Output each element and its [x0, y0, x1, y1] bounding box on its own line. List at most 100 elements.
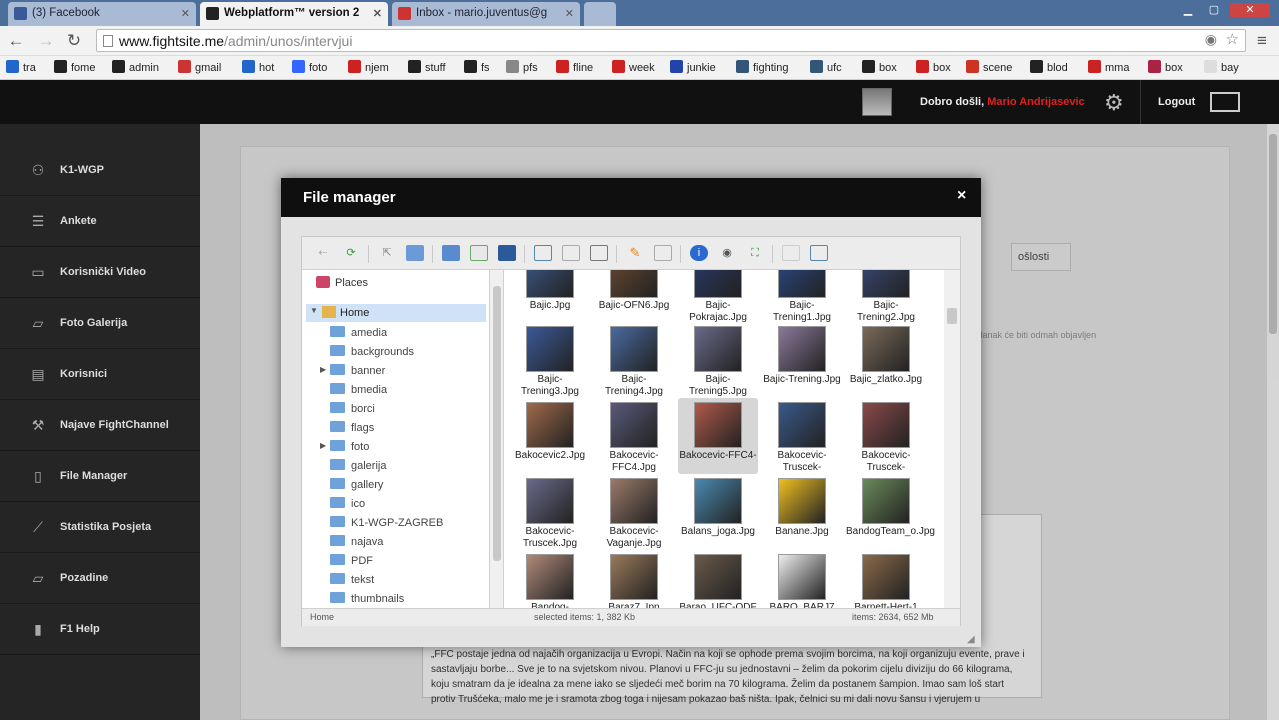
gear-icon[interactable]: ⚙ — [1104, 90, 1124, 116]
sidebar-item-korisnici[interactable]: ▤ Korisnici — [0, 350, 200, 400]
tab-gmail[interactable]: Inbox - mario.juventus@g ✕ — [392, 2, 580, 26]
file-item[interactable]: Bakocevic-Truscek- — [846, 398, 926, 474]
sidebar-item-file-manager[interactable]: ▯ File Manager — [0, 452, 200, 502]
close-tab-icon[interactable]: ✕ — [565, 7, 574, 20]
maximize-icon[interactable]: ▢ — [1202, 3, 1226, 17]
bookmark-item[interactable]: box — [1148, 60, 1183, 74]
new-folder-icon[interactable] — [442, 245, 460, 261]
bookmark-item[interactable]: foto — [292, 60, 327, 74]
bookmark-item[interactable]: fline — [556, 60, 593, 74]
reload-icon[interactable]: ⟳ — [342, 245, 360, 261]
file-item[interactable]: Bajic-Trening.Jpg — [762, 322, 842, 398]
bookmark-item[interactable]: fighting — [736, 60, 788, 74]
fullscreen-icon[interactable]: ⛶ — [746, 245, 764, 261]
rename-icon[interactable]: ✎ — [626, 245, 644, 261]
preview-icon[interactable]: ◉ — [718, 245, 736, 261]
file-item[interactable]: Bakocevic-Vaganje.Jpg — [594, 474, 674, 550]
file-item[interactable]: Bakocevic-Truscek.Jpg — [510, 474, 590, 550]
close-tab-icon[interactable]: ✕ — [373, 7, 382, 20]
sidebar-item-statistika-posjeta[interactable]: ⟋ Statistika Posjeta — [0, 503, 200, 553]
tree-folder[interactable]: ▶ banner — [320, 364, 385, 382]
new-tab-button[interactable] — [584, 2, 616, 26]
bookmark-item[interactable]: pfs — [506, 60, 538, 74]
logout-link[interactable]: Logout — [1158, 96, 1195, 108]
file-item[interactable]: Bakocevic2.Jpg — [510, 398, 590, 474]
logout-icon[interactable] — [1210, 92, 1240, 112]
places-header[interactable]: Places — [316, 276, 368, 289]
sidebar-item-korisni-ki-video[interactable]: ▭ Korisnički Video — [0, 248, 200, 298]
reload-icon[interactable]: ↻ — [64, 31, 84, 51]
back-icon[interactable]: ← — [6, 31, 26, 51]
sidebar-item-najave-fightchannel[interactable]: ⚒ Najave FightChannel — [0, 401, 200, 451]
bookmark-item[interactable]: gmail — [178, 60, 221, 74]
icons-view-icon[interactable] — [782, 245, 800, 261]
menu-icon[interactable]: ≡ — [1252, 31, 1272, 51]
file-item[interactable]: Bajic-Trening1.Jpg — [762, 270, 842, 324]
scroll-thumb[interactable] — [493, 286, 501, 561]
files-scrollbar[interactable] — [944, 270, 960, 608]
bookmark-item[interactable]: box — [862, 60, 897, 74]
bookmark-item[interactable]: junkie — [670, 60, 716, 74]
edit-icon[interactable] — [654, 245, 672, 261]
file-item[interactable]: Bajic-Pokrajac.Jpg — [678, 270, 758, 324]
sidebar-item-foto-galerija[interactable]: ▱ Foto Galerija — [0, 299, 200, 349]
close-window-icon[interactable]: ✕ — [1230, 3, 1270, 17]
tree-folder[interactable]: thumbnails — [330, 592, 404, 608]
sidebar-item-ankete[interactable]: ☰ Ankete — [0, 197, 200, 247]
expand-arrow-icon[interactable]: ▶ — [320, 365, 326, 374]
file-item[interactable]: Bajic-Trening2.Jpg — [846, 270, 926, 324]
file-item[interactable]: Bajic-Trening4.Jpg — [594, 322, 674, 398]
tree-folder[interactable]: K1-WGP-ZAGREB — [330, 516, 443, 534]
file-item[interactable]: Bakocevic-Truscek- — [762, 398, 842, 474]
file-item[interactable]: Bakocevic-FFC4- — [678, 398, 758, 474]
file-item[interactable]: Barao_UFC-ODF — [678, 550, 758, 608]
new-file-icon[interactable] — [470, 245, 488, 261]
tree-folder[interactable]: ico — [330, 497, 365, 515]
file-item[interactable]: Barnett-Hert-1 — [846, 550, 926, 608]
tree-folder[interactable]: najava — [330, 535, 383, 553]
sidebar-item-f1-help[interactable]: ▮ F1 Help — [0, 605, 200, 655]
info-icon[interactable]: i — [690, 245, 708, 261]
paste-icon[interactable] — [590, 245, 608, 261]
tree-folder[interactable]: gallery — [330, 478, 383, 496]
avatar[interactable] — [862, 88, 892, 116]
bookmark-item[interactable]: blod — [1030, 60, 1068, 74]
username[interactable]: Mario Andrijasevic — [987, 96, 1084, 108]
bookmark-item[interactable]: hot — [242, 60, 274, 74]
tree-folder[interactable]: ▶ foto — [320, 440, 369, 458]
tab-webplatform[interactable]: Webplatform™ version 2 ✕ — [200, 2, 388, 26]
file-item[interactable]: Banane.Jpg — [762, 474, 842, 550]
file-item[interactable]: Bajic_zlatko.Jpg — [846, 322, 926, 398]
bookmark-item[interactable]: fome — [54, 60, 95, 74]
expand-arrow-icon[interactable]: ▶ — [320, 441, 326, 450]
sidebar-item-pozadine[interactable]: ▱ Pozadine — [0, 554, 200, 604]
minimize-icon[interactable]: ▁ — [1176, 3, 1200, 17]
close-tab-icon[interactable]: ✕ — [181, 7, 190, 20]
tree-home[interactable]: ▼ Home — [306, 304, 486, 322]
tree-folder[interactable]: tekst — [330, 573, 374, 591]
upload-icon[interactable] — [498, 245, 516, 261]
tree-folder[interactable]: PDF — [330, 554, 373, 572]
forward-icon[interactable]: → — [36, 31, 56, 51]
bookmark-item[interactable]: njem — [348, 60, 389, 74]
tree-scrollbar[interactable] — [490, 270, 504, 608]
back-icon[interactable]: ⇠ — [314, 245, 332, 261]
close-icon[interactable]: × — [957, 187, 966, 205]
file-item[interactable]: Bajic-Trening3.Jpg — [510, 322, 590, 398]
file-item[interactable]: Bakocevic-FFC4.Jpg — [594, 398, 674, 474]
bookmark-item[interactable]: ufc — [810, 60, 842, 74]
tree-folder[interactable]: flags — [330, 421, 374, 439]
eye-icon[interactable]: ◉ — [1205, 31, 1217, 48]
star-icon[interactable]: ☆ — [1226, 30, 1239, 48]
tree-folder[interactable]: galerija — [330, 459, 386, 477]
sidebar-item-k1-wgp[interactable]: ⚇ K1-WGP — [0, 146, 200, 196]
address-bar[interactable]: www.fightsite.me/admin/unos/intervjui ◉ … — [96, 29, 1246, 52]
bookmark-item[interactable]: mma — [1088, 60, 1129, 74]
file-item[interactable]: Baraz7_Ipn — [594, 550, 674, 608]
tree-folder[interactable]: backgrounds — [330, 345, 414, 363]
bookmark-item[interactable]: scene — [966, 60, 1012, 74]
tab-facebook[interactable]: (3) Facebook ✕ — [8, 2, 196, 26]
resize-grip-icon[interactable]: ◢ — [967, 634, 975, 645]
file-item[interactable]: Bandog- — [510, 550, 590, 608]
bookmark-item[interactable]: tra — [6, 60, 36, 74]
